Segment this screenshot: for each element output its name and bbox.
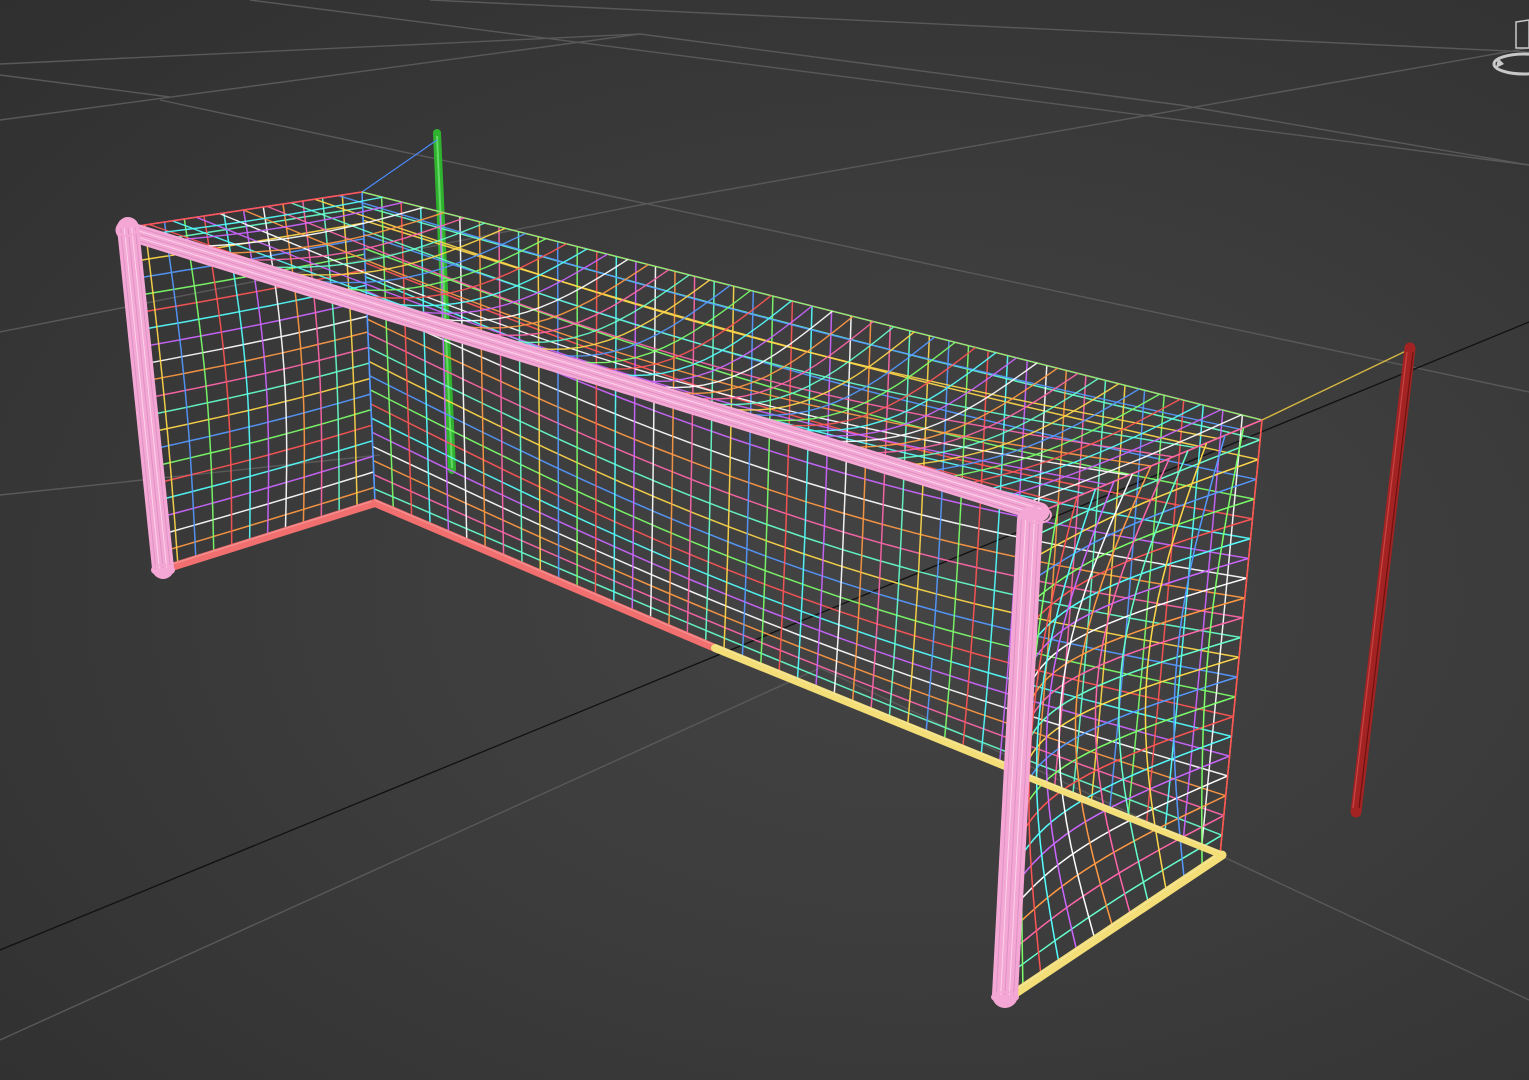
net-support-pole-right[interactable] — [1350, 342, 1416, 818]
goal-frame[interactable] — [115, 217, 1052, 1008]
viewcube-icon[interactable] — [1486, 18, 1529, 82]
goal-net[interactable] — [124, 191, 1409, 999]
ground-grid — [0, 0, 1529, 1041]
goal-base[interactable] — [158, 499, 1227, 1003]
3d-viewport[interactable] — [0, 0, 1529, 1080]
scene-canvas[interactable] — [0, 0, 1529, 1080]
